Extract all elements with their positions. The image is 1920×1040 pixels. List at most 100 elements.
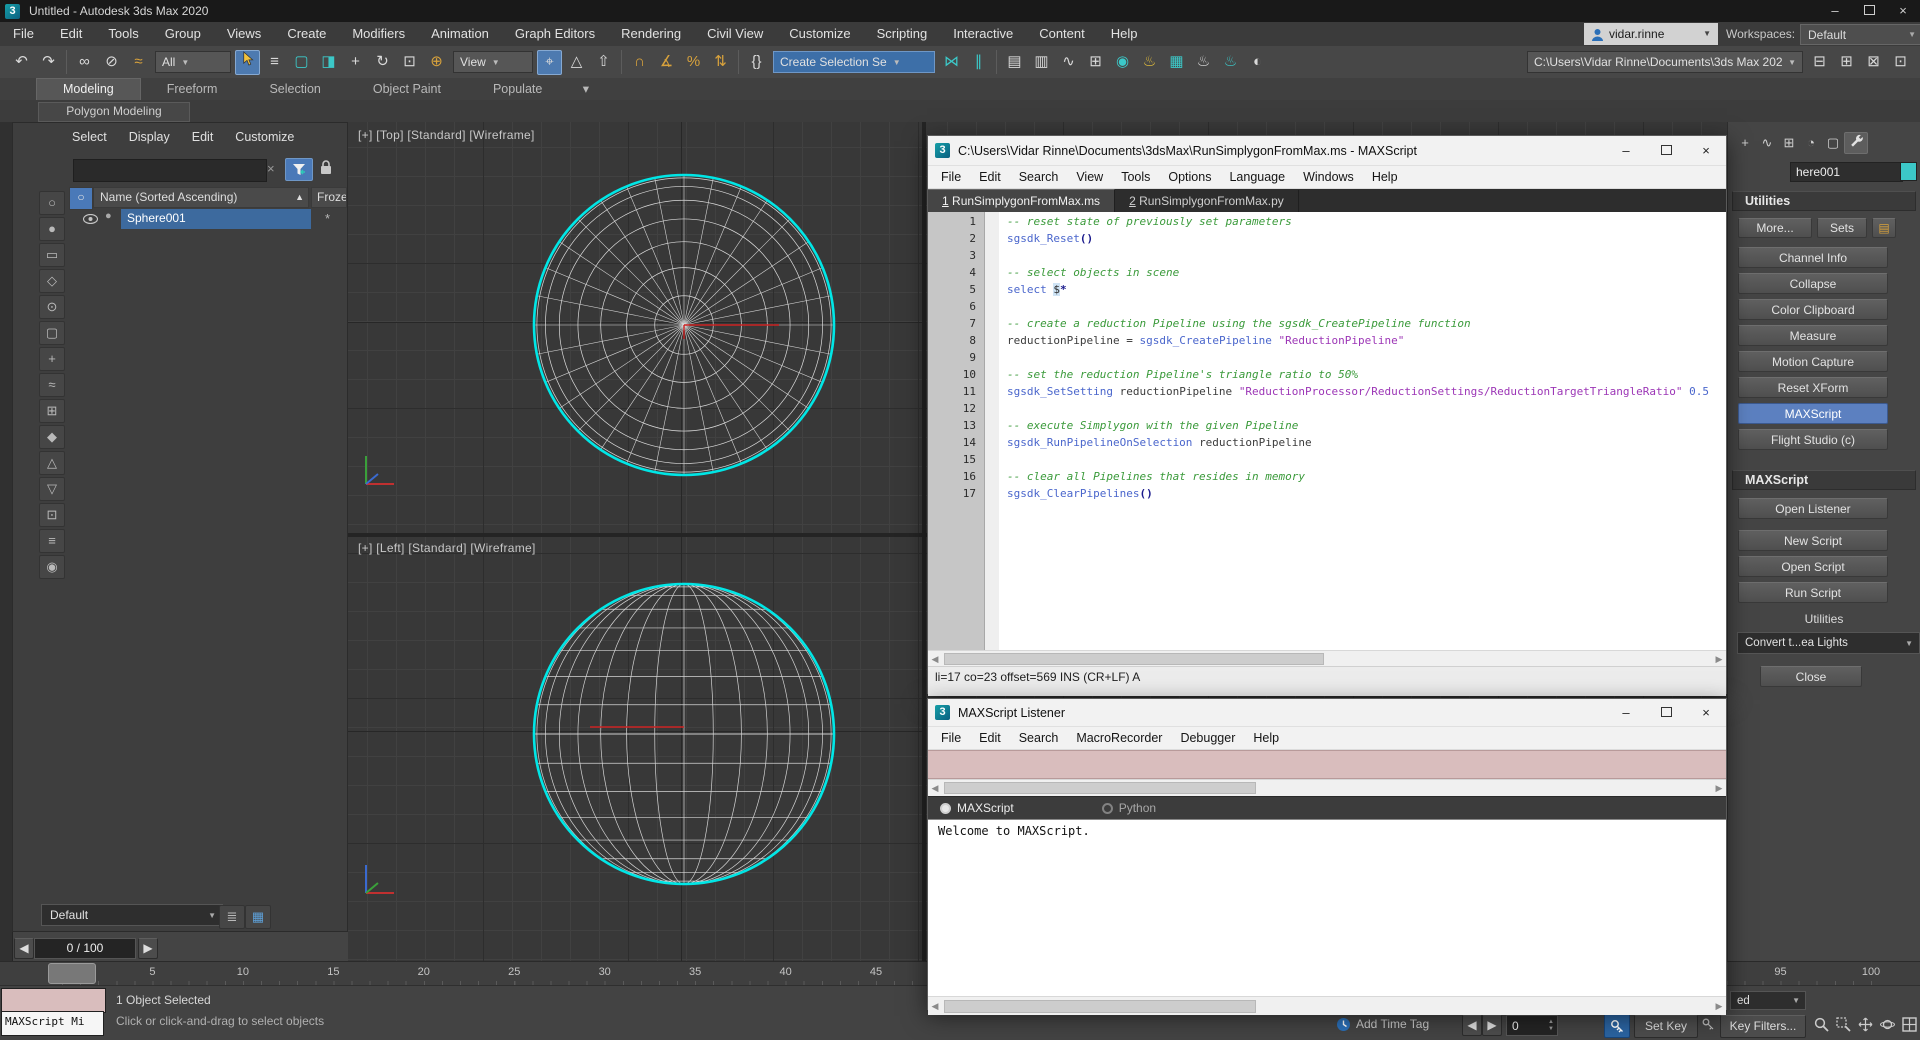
next-key-button[interactable]: ▶ [1482, 1015, 1502, 1036]
viewport-top-label[interactable]: [+] [Top] [Standard] [Wireframe] [358, 128, 535, 142]
script-button-run-script[interactable]: Run Script [1738, 582, 1888, 603]
script-button-open-script[interactable]: Open Script [1738, 556, 1888, 577]
zoom-icon[interactable] [1811, 1014, 1832, 1035]
curve-editor-icon[interactable]: ∿ [1056, 50, 1081, 75]
select-object-icon[interactable] [235, 50, 260, 75]
polygon-modeling-panel[interactable]: Polygon Modeling [38, 102, 190, 122]
current-frame-field[interactable]: 0 ▲▼ [1506, 1015, 1558, 1036]
menu-content[interactable]: Content [1026, 22, 1098, 46]
ribbon-tab-selection[interactable]: Selection [243, 79, 346, 100]
selection-filter-dropdown[interactable]: All▼ [155, 51, 231, 73]
spinner-arrows-icon[interactable]: ▲▼ [1548, 1019, 1554, 1033]
editor-tab-2[interactable]: 2 RunSimplygonFromMax.py [1115, 190, 1299, 212]
menu-help[interactable]: Help [1098, 22, 1151, 46]
minimize-button[interactable]: – [1606, 137, 1646, 165]
redo-icon[interactable]: ↷ [36, 50, 61, 75]
editor-menu-help[interactable]: Help [1363, 166, 1407, 188]
select-and-place-icon[interactable]: ⊕ [424, 50, 449, 75]
sphere-wireframe-left-view[interactable] [529, 579, 839, 889]
recorder-hscrollbar[interactable]: ◀ ▶ [928, 779, 1726, 796]
explorer-menu-edit[interactable]: Edit [181, 123, 225, 151]
angle-snap-icon[interactable]: ∡ [654, 50, 679, 75]
menu-civil-view[interactable]: Civil View [694, 22, 776, 46]
editor-menu-view[interactable]: View [1067, 166, 1112, 188]
viewport-splitter-vertical[interactable] [922, 122, 926, 961]
scroll-right-icon[interactable]: ▶ [1712, 652, 1726, 666]
menu-views[interactable]: Views [214, 22, 274, 46]
close-button[interactable]: × [1686, 699, 1726, 727]
undo-icon[interactable]: ↶ [9, 50, 34, 75]
key-filters-button[interactable]: Key Filters... [1720, 1015, 1806, 1038]
python-radio[interactable] [1102, 803, 1113, 814]
display-tab-icon[interactable]: ▢ [1822, 133, 1844, 153]
utilities-rollout-header[interactable]: Utilities [1732, 191, 1916, 211]
editor-menu-options[interactable]: Options [1159, 166, 1220, 188]
mini-macro-recorder[interactable] [1, 988, 106, 1013]
add-time-tag-label[interactable]: Add Time Tag [1356, 1017, 1429, 1031]
display-xrefs-icon[interactable]: ◆ [39, 425, 65, 449]
render-setup-icon[interactable]: ♨ [1137, 50, 1162, 75]
select-and-move-icon[interactable]: + [343, 50, 368, 75]
listener-output[interactable]: Welcome to MAXScript. [928, 820, 1726, 838]
percent-snap-icon[interactable]: % [681, 50, 706, 75]
project-folder-dropdown[interactable]: C:\Users\Vidar Rinne\Documents\3ds Max 2… [1527, 51, 1803, 73]
maximize-button[interactable] [1646, 699, 1686, 727]
menu-modifiers[interactable]: Modifiers [339, 22, 418, 46]
listener-menu-debugger[interactable]: Debugger [1171, 727, 1244, 749]
toolbar-extra-icon-3[interactable]: ⊠ [1861, 50, 1886, 75]
listener-menu-help[interactable]: Help [1244, 727, 1288, 749]
object-name-field[interactable]: here001 [1790, 162, 1903, 182]
more-button[interactable]: More... [1738, 218, 1812, 238]
sort-mode-icon[interactable]: ≡ [39, 529, 65, 553]
selection-dot-icon[interactable]: ● [105, 210, 112, 222]
menu-scripting[interactable]: Scripting [864, 22, 941, 46]
pick-mode-icon[interactable]: ◉ [39, 555, 65, 579]
object-name-cell[interactable]: Sphere001 [121, 209, 311, 229]
previous-key-button[interactable]: ◀ [1462, 1015, 1482, 1036]
maxscript-radio[interactable] [940, 803, 951, 814]
utility-button-collapse[interactable]: Collapse [1738, 273, 1888, 294]
time-slider-handle[interactable] [48, 963, 96, 984]
object-color-swatch[interactable] [1900, 162, 1917, 181]
table-row[interactable]: ● Sphere001 * [69, 209, 347, 229]
rendered-frame-window-icon[interactable]: ▦ [1164, 50, 1189, 75]
mini-listener[interactable]: MAXScript Mi [1, 1011, 104, 1036]
modify-tab-icon[interactable]: ∿ [1756, 133, 1778, 153]
editor-menu-file[interactable]: File [932, 166, 970, 188]
display-containers-icon[interactable]: ▽ [39, 477, 65, 501]
minimize-button[interactable]: – [1606, 699, 1646, 727]
named-selection-sets-dropdown[interactable]: Create Selection Se▼ [773, 51, 935, 73]
ribbon-tab-freeform[interactable]: Freeform [141, 79, 244, 100]
ribbon-tab-object-paint[interactable]: Object Paint [347, 79, 467, 100]
ribbon-tab-modeling[interactable]: Modeling [36, 78, 141, 100]
motion-tab-icon[interactable]: ◔ [1800, 133, 1822, 153]
listener-menu-edit[interactable]: Edit [970, 727, 1010, 749]
toolbar-extra-icon-1[interactable]: ⊟ [1807, 50, 1832, 75]
zoom-region-icon[interactable] [1833, 1014, 1854, 1035]
selection-column-header[interactable]: ○ [69, 187, 93, 210]
rectangular-selection-region-icon[interactable]: ▢ [289, 50, 314, 75]
menu-interactive[interactable]: Interactive [940, 22, 1026, 46]
configure-button-sets-icon[interactable]: ▤ [1872, 218, 1896, 238]
scroll-left-icon[interactable]: ◀ [928, 781, 942, 795]
explorer-layout-dropdown[interactable]: Default ▼ [41, 904, 223, 926]
set-key-button[interactable]: Set Key [1634, 1015, 1698, 1038]
user-account-menu[interactable]: vidar.rinne ▼ [1584, 23, 1718, 45]
utility-button-motion-capture[interactable]: Motion Capture [1738, 351, 1888, 372]
utility-script-dropdown[interactable]: Convert t...ea Lights ▼ [1737, 632, 1920, 654]
close-button[interactable]: × [1886, 1, 1920, 21]
utility-button-color-clipboard[interactable]: Color Clipboard [1738, 299, 1888, 320]
frozen-snowflake-icon[interactable]: * [325, 211, 330, 226]
edit-named-selection-sets-icon[interactable]: {} [744, 50, 769, 75]
render-production-icon[interactable]: ♨ [1191, 50, 1216, 75]
hierarchy-tab-icon[interactable]: ⊞ [1778, 133, 1800, 153]
editor-title-bar[interactable]: 3 C:\Users\Vidar Rinne\Documents\3dsMax\… [928, 136, 1726, 166]
listener-menu-file[interactable]: File [932, 727, 970, 749]
menu-tools[interactable]: Tools [95, 22, 151, 46]
display-shapes-icon[interactable]: ◇ [39, 269, 65, 293]
select-and-manipulate-icon[interactable]: △ [564, 50, 589, 75]
select-by-name-icon[interactable]: ≡ [262, 50, 287, 75]
explorer-menu-select[interactable]: Select [61, 123, 118, 151]
window-crossing-icon[interactable]: ◨ [316, 50, 341, 75]
scroll-left-icon[interactable]: ◀ [928, 652, 942, 666]
